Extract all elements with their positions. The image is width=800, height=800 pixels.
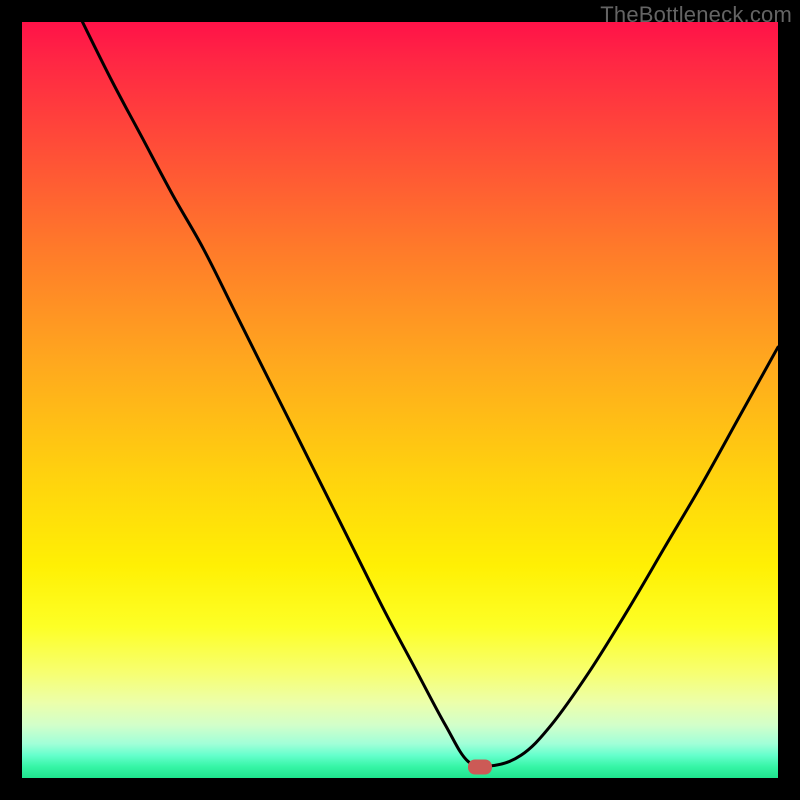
chart-frame: TheBottleneck.com [0,0,800,800]
optimal-point-marker [468,759,492,774]
curve-path [83,22,779,767]
watermark-text: TheBottleneck.com [600,2,792,28]
bottleneck-curve [22,22,778,778]
plot-area [22,22,778,778]
